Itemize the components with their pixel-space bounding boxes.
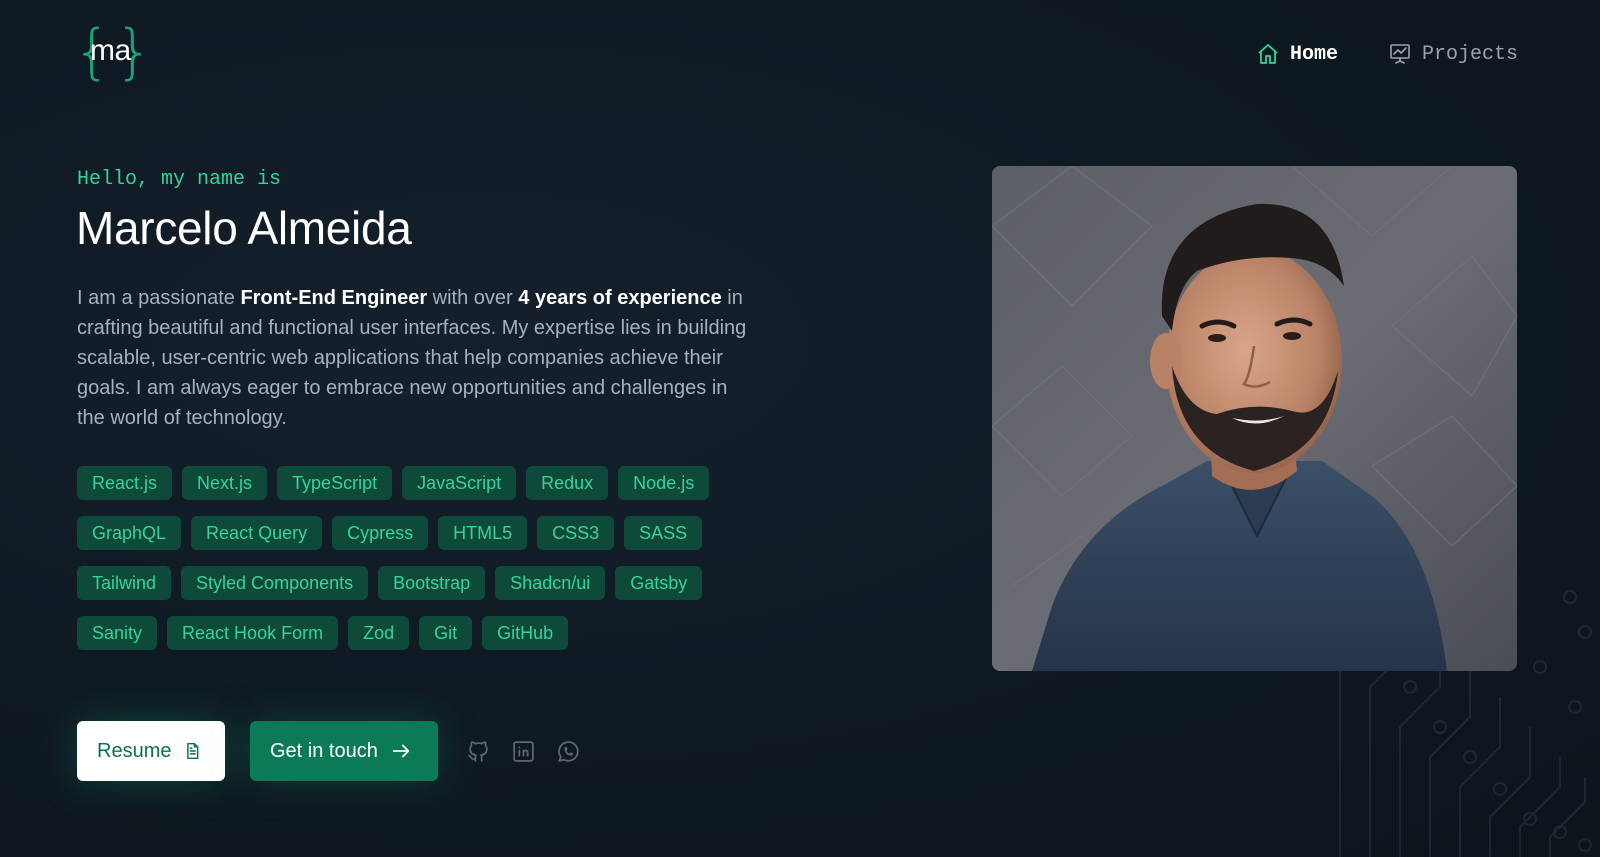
bio-experience: 4 years of experience bbox=[518, 287, 722, 309]
skill-chip: HTML5 bbox=[438, 516, 528, 550]
social-links bbox=[466, 739, 581, 764]
skills-row: Tailwind Styled Components Bootstrap Sha… bbox=[77, 566, 757, 600]
bio-text-2: with over bbox=[427, 287, 519, 309]
skill-chip: CSS3 bbox=[537, 516, 615, 550]
skill-chip: Next.js bbox=[182, 466, 268, 500]
skills-row: GraphQL React Query Cypress HTML5 CSS3 S… bbox=[77, 516, 757, 550]
arrow-right-icon bbox=[392, 744, 410, 758]
skills-row: React.js Next.js TypeScript JavaScript R… bbox=[77, 466, 757, 500]
bio-paragraph: I am a passionate Front-End Engineer wit… bbox=[77, 283, 757, 433]
greeting-text: Hello, my name is bbox=[77, 168, 282, 191]
main-nav: Home Projects bbox=[1256, 42, 1518, 66]
skill-chip: React Hook Form bbox=[167, 616, 339, 650]
skill-chip: SASS bbox=[624, 516, 703, 550]
hero-actions: Resume Get in touch bbox=[77, 721, 581, 781]
skill-chip: Sanity bbox=[77, 616, 158, 650]
linkedin-link[interactable] bbox=[511, 739, 536, 764]
whatsapp-icon bbox=[558, 740, 579, 762]
presentation-chart-icon bbox=[1390, 44, 1410, 64]
site-logo[interactable]: { ma } bbox=[73, 22, 153, 86]
skill-chip: Tailwind bbox=[77, 566, 172, 600]
skill-chip: GraphQL bbox=[77, 516, 182, 550]
resume-button[interactable]: Resume bbox=[77, 721, 225, 781]
get-in-touch-label: Get in touch bbox=[270, 739, 378, 762]
logo-brace-right: } bbox=[114, 17, 153, 87]
page-title: Marcelo Almeida bbox=[76, 202, 412, 254]
skill-chip: React Query bbox=[191, 516, 323, 550]
skill-chip: Redux bbox=[526, 466, 609, 500]
profile-photo bbox=[992, 166, 1517, 671]
skill-chip: React.js bbox=[77, 466, 173, 500]
profile-photo-image bbox=[992, 166, 1517, 671]
skill-chip: Cypress bbox=[332, 516, 429, 550]
skill-chip: GitHub bbox=[482, 616, 569, 650]
linkedin-icon bbox=[513, 740, 534, 762]
skill-chip: Shadcn/ui bbox=[495, 566, 606, 600]
skill-chip: TypeScript bbox=[277, 466, 393, 500]
skill-chip: Git bbox=[419, 616, 473, 650]
nav-home-link[interactable]: Home bbox=[1256, 42, 1338, 66]
skill-chip: Zod bbox=[348, 616, 410, 650]
bio-role: Front-End Engineer bbox=[240, 287, 428, 309]
whatsapp-link[interactable] bbox=[556, 739, 581, 764]
nav-home-label: Home bbox=[1289, 42, 1338, 66]
skill-chip: JavaScript bbox=[402, 466, 517, 500]
nav-projects-label: Projects bbox=[1421, 42, 1518, 66]
github-link[interactable] bbox=[466, 739, 491, 764]
resume-button-label: Resume bbox=[97, 739, 172, 762]
get-in-touch-button[interactable]: Get in touch bbox=[250, 721, 438, 781]
github-icon bbox=[468, 740, 488, 762]
skill-chip: Styled Components bbox=[181, 566, 369, 600]
skill-chip: Node.js bbox=[618, 466, 710, 500]
skill-chip: Gatsby bbox=[615, 566, 703, 600]
document-icon bbox=[187, 742, 199, 760]
bio-text-1: I am a passionate bbox=[77, 287, 241, 309]
skill-chip: Bootstrap bbox=[378, 566, 486, 600]
skills-list: React.js Next.js TypeScript JavaScript R… bbox=[77, 466, 757, 666]
nav-projects-link[interactable]: Projects bbox=[1388, 42, 1518, 66]
skills-row: Sanity React Hook Form Zod Git GitHub bbox=[77, 616, 757, 650]
home-icon bbox=[1258, 44, 1278, 64]
